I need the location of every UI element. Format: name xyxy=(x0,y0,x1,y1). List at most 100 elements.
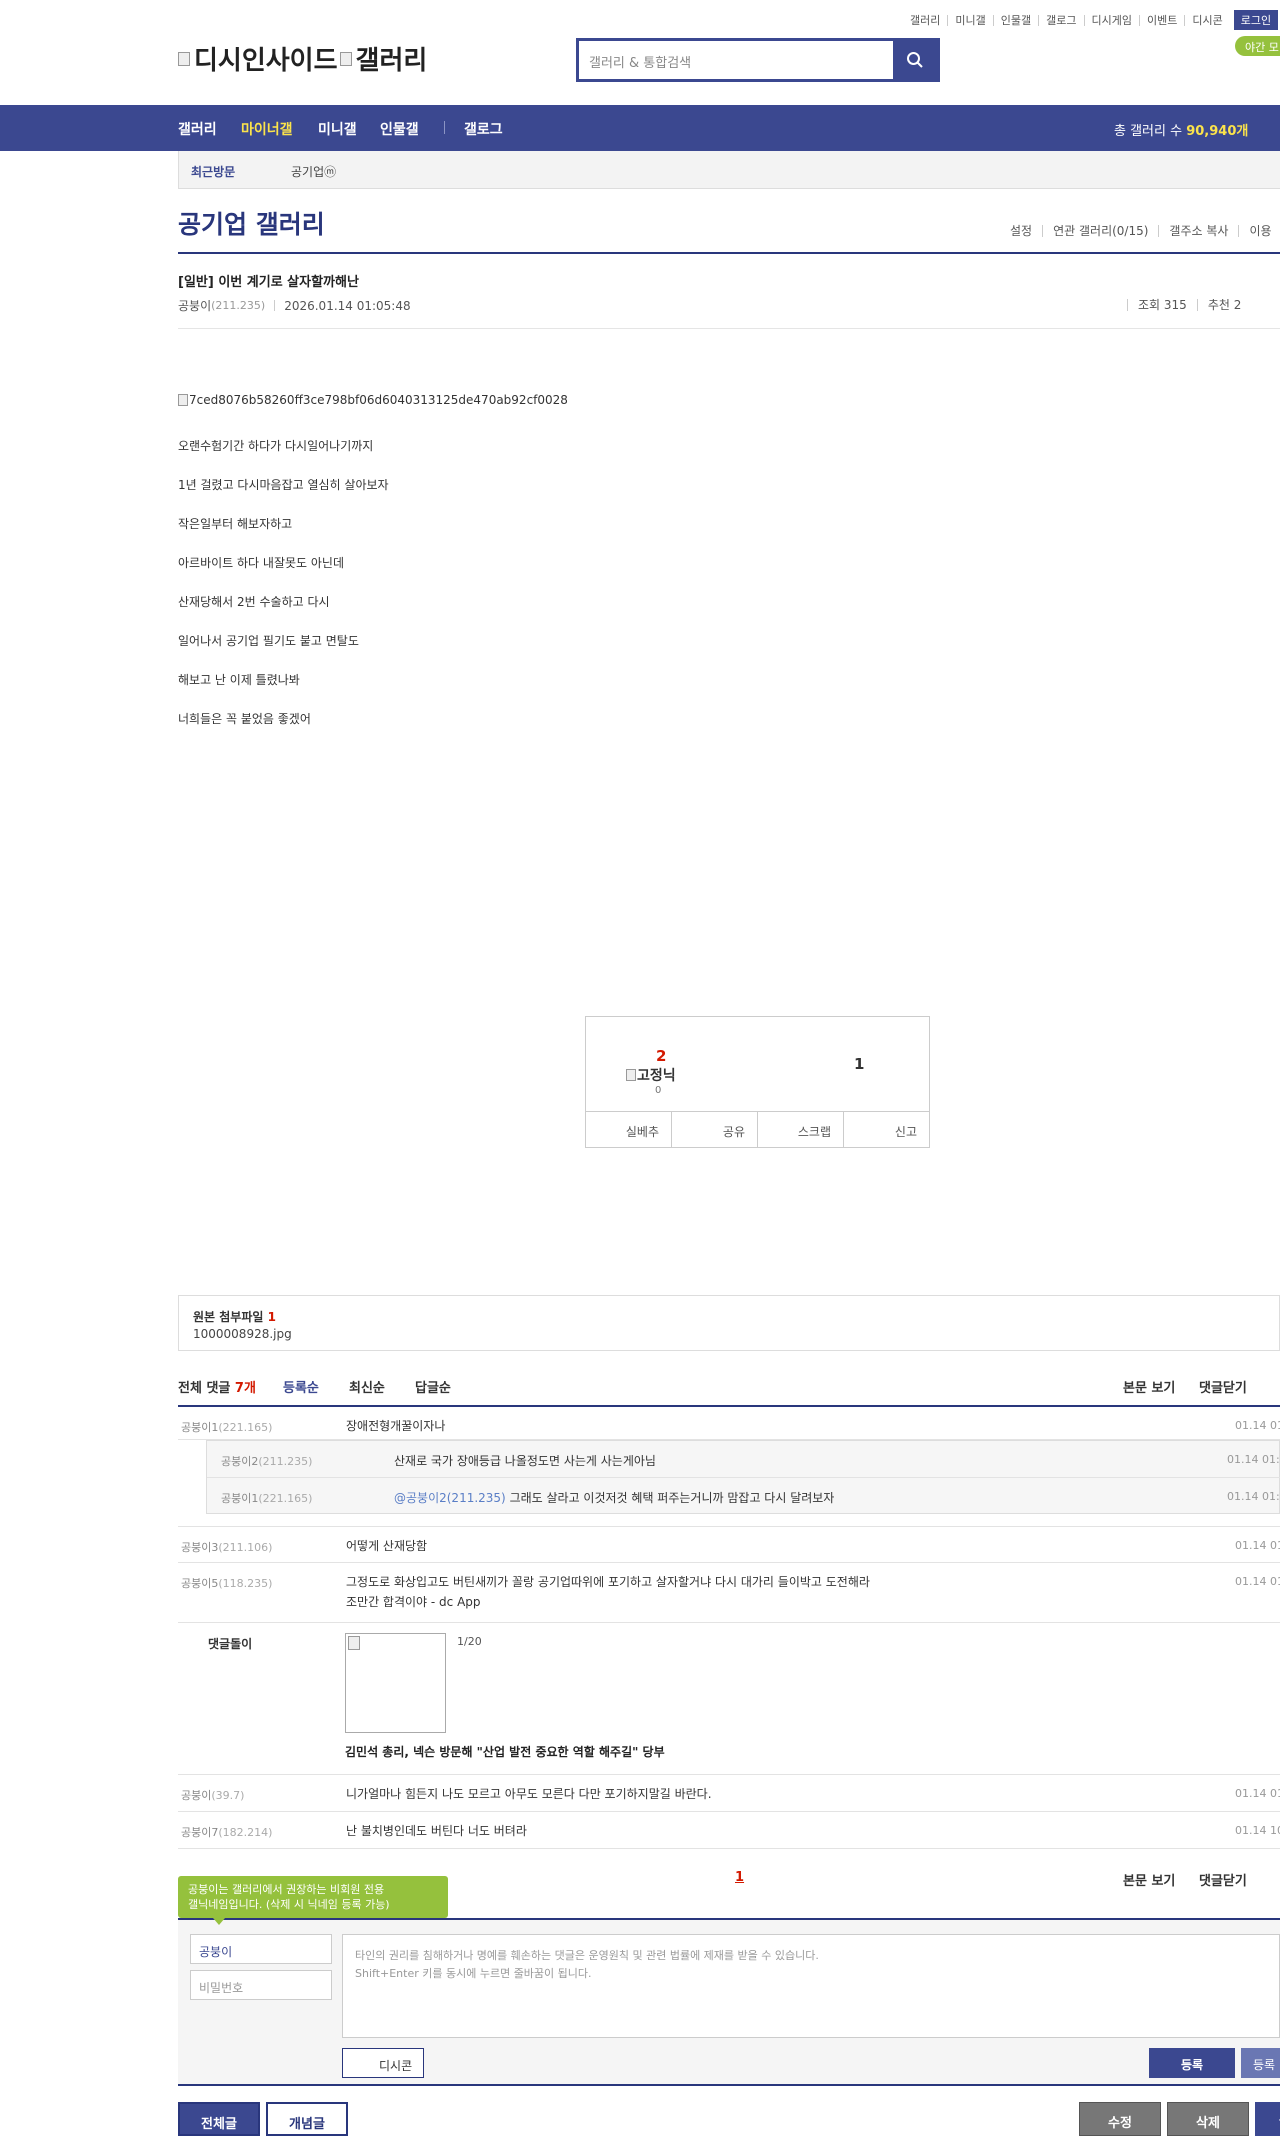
comment-textarea[interactable]: 타인의 권리를 침해하거나 명예를 훼손하는 댓글은 운영원칙 및 관련 법률에… xyxy=(342,1934,1280,2038)
comment-text: 니가얼마나 힘든지 나도 모르고 아무도 모른다 다만 포기하지말길 바란다. xyxy=(346,1787,712,1801)
fixed-nick-label: 고정닉 xyxy=(637,1068,676,1084)
reply-row: 공붕이1(221.165) @공붕이2(211.235) 그래도 살라고 이것저… xyxy=(207,1478,1280,1515)
comment-text: 그정도로 화상입고도 버틴새끼가 꼴랑 공기업따위에 포기하고 살자할거냐 다시… xyxy=(346,1572,870,1612)
comment-nick[interactable]: 공붕이7(182.214) xyxy=(181,1824,272,1840)
sort-registered[interactable]: 등록순 xyxy=(283,1377,319,1396)
all-posts-button[interactable]: 전체글 xyxy=(178,2102,260,2136)
util-link-gallery[interactable]: 갤러리 xyxy=(903,15,947,26)
nav-mini-gallery[interactable]: 미니갤 xyxy=(318,119,357,139)
comment-nick-ip: (39.7) xyxy=(211,1789,245,1802)
comment-nick-ip: (211.106) xyxy=(218,1541,273,1554)
post-body-line: 오랜수험기간 하다가 다시일어나기까지 xyxy=(178,439,374,453)
scrap-button[interactable]: 스크랩 xyxy=(757,1112,843,1147)
view-post-button-bottom[interactable]: 본문 보기 xyxy=(1123,1870,1175,1889)
nav-separator xyxy=(444,121,445,134)
share-button[interactable]: 공유 xyxy=(671,1112,757,1147)
comment-date: 01.14 10 xyxy=(1235,1824,1280,1837)
related-gallery-link[interactable]: 연관 갤러리(0/15) xyxy=(1042,225,1158,237)
view-post-button[interactable]: 본문 보기 xyxy=(1123,1377,1175,1396)
comment-bot-headline[interactable]: 김민석 총리, 넥슨 방문해 "산업 발전 중요한 역할 해주길" 당부 xyxy=(345,1743,665,1760)
downvote-count[interactable]: 1 xyxy=(854,1055,864,1073)
reply-nick[interactable]: 공붕이1(221.165) xyxy=(221,1490,312,1506)
realtime-best-button[interactable]: 실베추 xyxy=(586,1112,671,1147)
reply-nick[interactable]: 공붕이2(211.235) xyxy=(221,1453,312,1469)
comment-nick[interactable]: 공붕이5(118.235) xyxy=(181,1575,272,1591)
sort-replies[interactable]: 답글순 xyxy=(415,1377,451,1396)
concept-posts-button[interactable]: 개념글 xyxy=(266,2102,348,2136)
logo-image-icon xyxy=(178,51,190,66)
close-comments-button[interactable]: 댓글닫기 xyxy=(1199,1377,1247,1396)
comment-nick-ip: (182.214) xyxy=(218,1826,273,1839)
usage-link[interactable]: 이용 xyxy=(1238,225,1280,237)
util-link-gallog[interactable]: 갤로그 xyxy=(1038,14,1083,26)
post-author[interactable]: 공붕이 xyxy=(178,297,211,314)
broken-image-icon xyxy=(178,394,188,406)
search-button[interactable] xyxy=(893,41,937,79)
search-icon xyxy=(907,52,923,68)
comment-row: 공붕이(39.7) 니가얼마나 힘든지 나도 모르고 아무도 모른다 다만 포기… xyxy=(178,1775,1280,1812)
gallery-settings-link[interactable]: 설정 xyxy=(1000,225,1042,237)
reply-mention[interactable]: @공붕이2(211.235) xyxy=(394,1491,506,1505)
comment-bot-label: 댓글돌이 xyxy=(208,1637,253,1651)
nav-gallog[interactable]: 갤로그 xyxy=(464,119,503,139)
nav-person-gallery[interactable]: 인물갤 xyxy=(380,119,419,139)
write-button[interactable]: 글 xyxy=(1255,2102,1280,2136)
edit-button[interactable]: 수정 xyxy=(1079,2102,1161,2136)
comment-nick-name: 공붕이7 xyxy=(181,1826,219,1839)
fixed-nick-count: 0 xyxy=(655,1085,662,1096)
attachment-file[interactable]: 1000008928.jpg xyxy=(193,1327,292,1341)
site-logo[interactable]: 디시인사이드 갤러리 xyxy=(178,40,427,77)
comment-form: 공붕이 비밀번호 타인의 권리를 침해하거나 명예를 훼손하는 댓글은 운영원칙… xyxy=(178,1918,1280,2086)
password-input[interactable]: 비밀번호 xyxy=(190,1970,332,2000)
upvote-count[interactable]: 2 xyxy=(656,1047,666,1065)
reply-list: 공붕이2(211.235) 산재로 국가 장애등급 나올정도면 사는게 사는게아… xyxy=(206,1440,1280,1514)
post-body-line: 아르바이트 하다 내잘못도 아닌데 xyxy=(178,556,345,570)
logo-gallery-image-icon xyxy=(339,51,352,66)
nav-minor-gallery[interactable]: 마이너갤 xyxy=(241,119,293,139)
main-nav: 갤러리 마이너갤 미니갤 인물갤 갤로그 총 갤러리 수 90,940개 xyxy=(0,105,1280,151)
nickname-input[interactable]: 공붕이 xyxy=(190,1934,332,1964)
comment-nick[interactable]: 공붕이(39.7) xyxy=(181,1787,244,1803)
logo-text-main: 디시인사이드 xyxy=(194,46,338,76)
night-mode-toggle[interactable]: 야간 모 xyxy=(1235,36,1280,56)
comment-date: 01.14 01 xyxy=(1235,1539,1280,1552)
copy-address-link[interactable]: 갤주소 복사 xyxy=(1158,225,1238,237)
post-header-divider xyxy=(178,328,1280,329)
fixed-nick-recommend[interactable]: 고정닉 xyxy=(626,1065,676,1085)
util-link-event[interactable]: 이벤트 xyxy=(1138,14,1184,26)
submit-comment-button[interactable]: 등록 xyxy=(1149,2048,1235,2078)
comment-nick[interactable]: 공붕이3(211.106) xyxy=(181,1539,272,1555)
nav-gallery[interactable]: 갤러리 xyxy=(178,119,217,139)
comment-total-count: 7개 xyxy=(234,1381,256,1396)
reply-text-body: 그래도 살라고 이것저것 혜택 퍼주는거니까 맘잡고 다시 달려보자 xyxy=(505,1491,835,1505)
util-link-person[interactable]: 인물갤 xyxy=(992,14,1038,26)
comment-bot-thumbnail[interactable] xyxy=(345,1633,446,1733)
post-body-line: 작은일부터 해보자하고 xyxy=(178,517,293,531)
util-link-dccon[interactable]: 디시콘 xyxy=(1184,14,1229,26)
comment-total: 전체 댓글 7개 xyxy=(178,1377,256,1396)
reply-nick-ip: (221.165) xyxy=(258,1492,313,1505)
login-button[interactable]: 로그인 xyxy=(1233,10,1279,30)
report-button[interactable]: 신고 xyxy=(843,1112,929,1147)
attachment-box: 원본 첨부파일 1 1000008928.jpg xyxy=(178,1295,1280,1351)
util-link-game[interactable]: 디시게임 xyxy=(1083,14,1139,26)
textarea-placeholder-line: 타인의 권리를 침해하거나 명예를 훼손하는 댓글은 운영원칙 및 관련 법률에… xyxy=(355,1949,819,1962)
post-image[interactable]: 7ced8076b58260ff3ce798bf06d6040313125de4… xyxy=(178,393,568,407)
recent-gallery-link[interactable]: 공기업ⓜ xyxy=(291,163,336,180)
delete-button[interactable]: 삭제 xyxy=(1167,2102,1249,2136)
comment-date: 01.14 01 xyxy=(1235,1787,1280,1800)
close-comments-button-bottom[interactable]: 댓글닫기 xyxy=(1199,1870,1247,1889)
search-input[interactable]: 갤러리 & 통합검색 xyxy=(579,41,893,79)
textarea-placeholder-line: Shift+Enter 키를 동시에 누르면 줄바꿈이 됩니다. xyxy=(355,1967,592,1980)
reply-nick-name: 공붕이1 xyxy=(221,1492,259,1505)
post-recommends: 추천 2 xyxy=(1196,299,1252,311)
sort-latest[interactable]: 최신순 xyxy=(349,1377,385,1396)
post-views: 조회 315 xyxy=(1127,299,1197,311)
util-link-mini[interactable]: 미니갤 xyxy=(947,14,992,26)
comment-text-line: 그정도로 화상입고도 버틴새끼가 꼴랑 공기업따위에 포기하고 살자할거냐 다시… xyxy=(346,1575,870,1589)
submit-and-recommend-button[interactable]: 등록 xyxy=(1241,2048,1280,2078)
dccon-button[interactable]: 디시콘 xyxy=(342,2048,424,2078)
comment-nick[interactable]: 공붕이1(221.165) xyxy=(181,1419,272,1435)
comment-page-1[interactable]: 1 xyxy=(735,1870,744,1885)
gallery-title[interactable]: 공기업 갤러리 xyxy=(178,205,325,241)
